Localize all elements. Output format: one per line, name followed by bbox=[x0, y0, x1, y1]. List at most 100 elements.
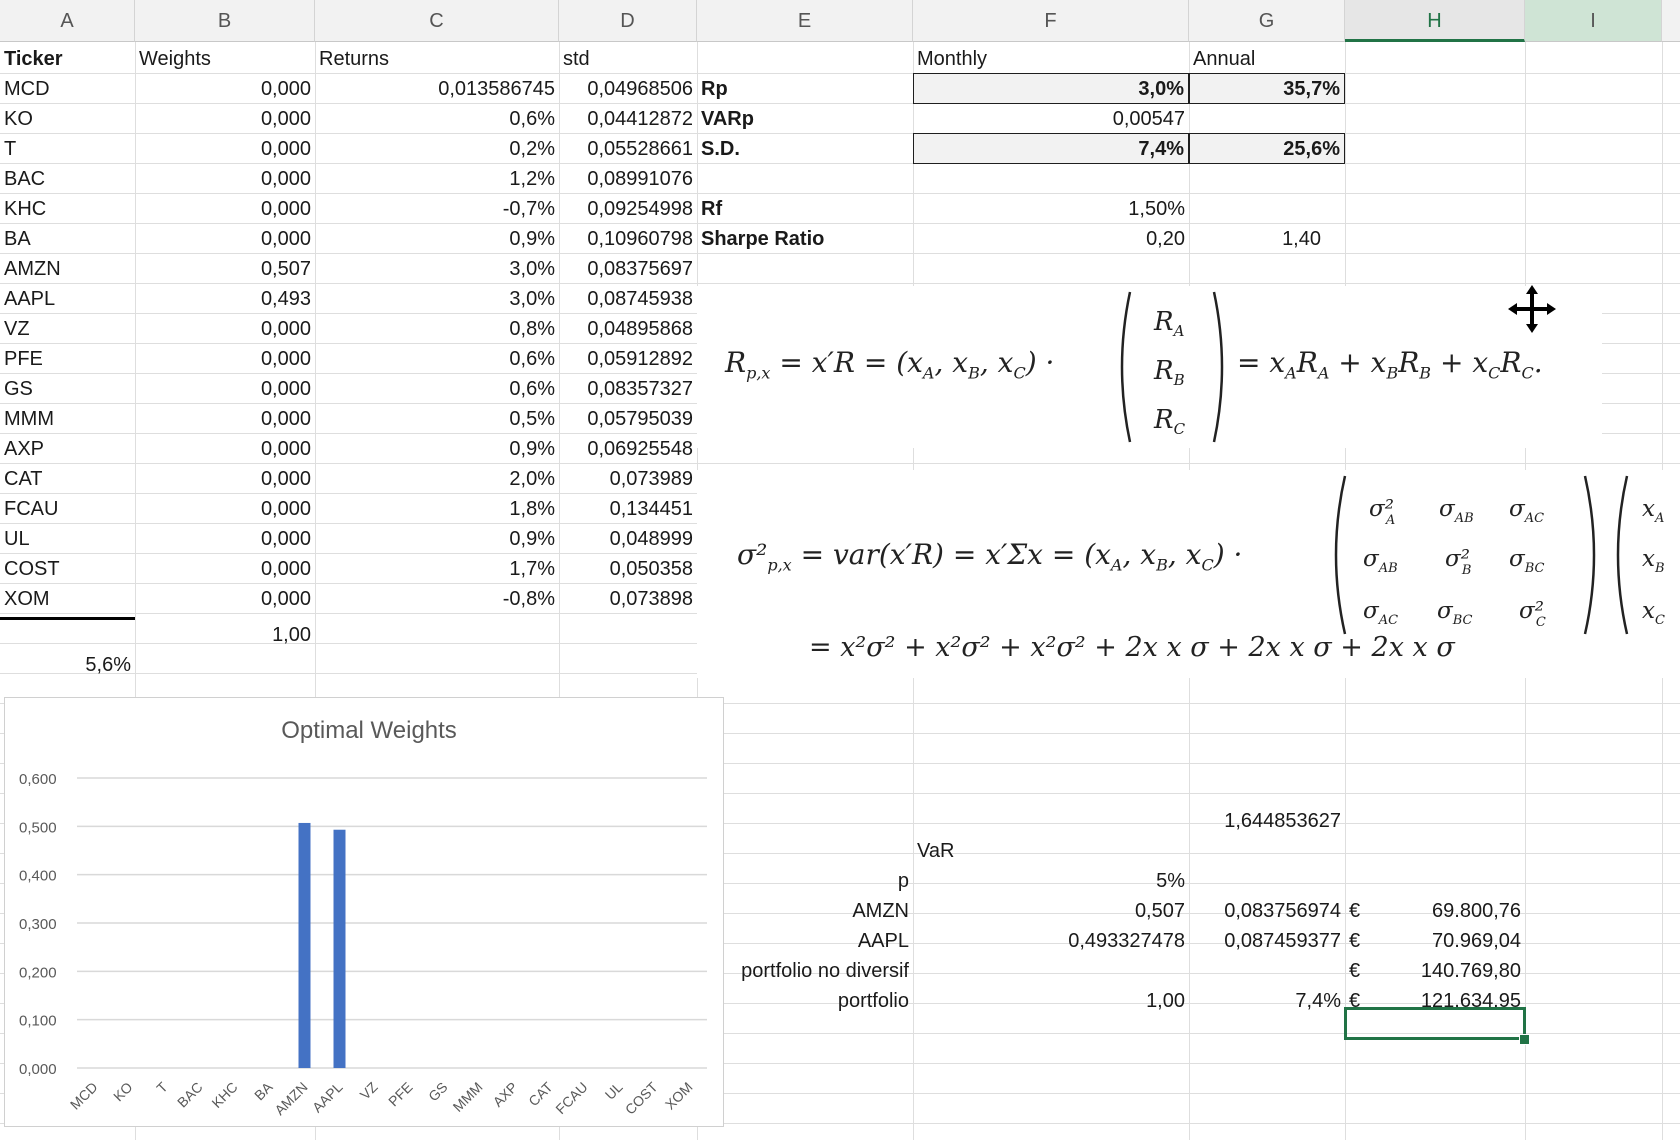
sharpe-monthly[interactable]: 0,20 bbox=[913, 224, 1189, 253]
var-nodiv-label[interactable]: portfolio no diversif bbox=[697, 956, 913, 985]
var-aapl-label[interactable]: AAPL bbox=[697, 926, 913, 955]
header-returns[interactable]: Returns bbox=[315, 44, 559, 73]
sd-label[interactable]: S.D. bbox=[697, 134, 913, 163]
column-header-a[interactable]: A bbox=[0, 0, 135, 42]
formula-image-portfolio-variance[interactable]: σ²p,x = var(x′R) = x′Σx = (xA, xB, xC) ·… bbox=[697, 470, 1680, 678]
cell-ticker[interactable]: MCD bbox=[0, 74, 135, 103]
cell-ticker[interactable]: BA bbox=[0, 224, 135, 253]
var-portfolio-label[interactable]: portfolio bbox=[697, 986, 913, 1015]
cell-ticker[interactable]: XOM bbox=[0, 584, 135, 613]
cell-return[interactable]: 3,0% bbox=[315, 254, 559, 283]
cell-std[interactable]: 0,09254998 bbox=[559, 194, 697, 223]
cell-weight[interactable]: 0,000 bbox=[135, 224, 315, 253]
var-amzn-value[interactable]: 69.800,76 bbox=[1375, 896, 1525, 925]
header-std[interactable]: std bbox=[559, 44, 697, 73]
cell-return[interactable]: 0,2% bbox=[315, 134, 559, 163]
var-portfolio-sd[interactable]: 7,4% bbox=[1189, 986, 1345, 1015]
cell-weight[interactable]: 0,000 bbox=[135, 74, 315, 103]
z-value[interactable]: 1,644853627 bbox=[1189, 806, 1345, 835]
cell-std[interactable]: 0,048999 bbox=[559, 524, 697, 553]
cell-return[interactable]: 0,6% bbox=[315, 374, 559, 403]
fill-handle[interactable] bbox=[1519, 1034, 1530, 1045]
cell-std[interactable]: 0,073989 bbox=[559, 464, 697, 493]
cell-return[interactable]: 3,0% bbox=[315, 284, 559, 313]
cell-ticker[interactable]: T bbox=[0, 134, 135, 163]
cell-std[interactable]: 0,05795039 bbox=[559, 404, 697, 433]
cell-std[interactable]: 0,05528661 bbox=[559, 134, 697, 163]
cell-std[interactable]: 0,04968506 bbox=[559, 74, 697, 103]
var-amzn-label[interactable]: AMZN bbox=[697, 896, 913, 925]
var-title[interactable]: VaR bbox=[913, 836, 1189, 865]
cell-return[interactable]: 1,8% bbox=[315, 494, 559, 523]
column-header-h[interactable]: H bbox=[1345, 0, 1525, 42]
chart-bar-aapl[interactable] bbox=[333, 829, 346, 1068]
cell-weight[interactable]: 0,000 bbox=[135, 194, 315, 223]
cell-weight[interactable]: 0,493 bbox=[135, 284, 315, 313]
cell-weight[interactable]: 0,000 bbox=[135, 404, 315, 433]
cell-std[interactable]: 0,10960798 bbox=[559, 224, 697, 253]
a-total[interactable]: 5,6% bbox=[0, 650, 135, 679]
sd-annual[interactable]: 25,6% bbox=[1189, 133, 1345, 164]
rp-monthly[interactable]: 3,0% bbox=[913, 73, 1189, 104]
cell-return[interactable]: 0,8% bbox=[315, 314, 559, 343]
rp-annual[interactable]: 35,7% bbox=[1189, 73, 1345, 104]
header-weights[interactable]: Weights bbox=[135, 44, 315, 73]
cell-ticker[interactable]: VZ bbox=[0, 314, 135, 343]
var-amzn-weight[interactable]: 0,507 bbox=[913, 896, 1189, 925]
column-header-b[interactable]: B bbox=[135, 0, 315, 42]
cell-std[interactable]: 0,06925548 bbox=[559, 434, 697, 463]
column-header-e[interactable]: E bbox=[697, 0, 913, 42]
cell-return[interactable]: 0,6% bbox=[315, 344, 559, 373]
cell-return[interactable]: 0,6% bbox=[315, 104, 559, 133]
cell-return[interactable]: 0,9% bbox=[315, 224, 559, 253]
cell-weight[interactable]: 0,000 bbox=[135, 374, 315, 403]
cell-weight[interactable]: 0,000 bbox=[135, 104, 315, 133]
cell-weight[interactable]: 0,507 bbox=[135, 254, 315, 283]
selected-cell-cursor[interactable] bbox=[1344, 1007, 1526, 1040]
cell-return[interactable]: 0,9% bbox=[315, 524, 559, 553]
cell-ticker[interactable]: KO bbox=[0, 104, 135, 133]
column-header-j[interactable] bbox=[1662, 0, 1680, 42]
formula-image-portfolio-return[interactable]: Rp,x = x′R = (xA, xB, xC) · RA RB RC = x… bbox=[697, 285, 1602, 448]
cell-return[interactable]: 1,7% bbox=[315, 554, 559, 583]
cell-weight[interactable]: 0,000 bbox=[135, 164, 315, 193]
cell-ticker[interactable]: FCAU bbox=[0, 494, 135, 523]
var-aapl-value[interactable]: 70.969,04 bbox=[1375, 926, 1525, 955]
cell-ticker[interactable]: GS bbox=[0, 374, 135, 403]
weights-sum[interactable]: 1,00 bbox=[135, 620, 315, 649]
cell-std[interactable]: 0,08745938 bbox=[559, 284, 697, 313]
cell-weight[interactable]: 0,000 bbox=[135, 434, 315, 463]
rp-label[interactable]: Rp bbox=[697, 74, 913, 103]
rf-label[interactable]: Rf bbox=[697, 194, 913, 223]
cell-return[interactable]: 0,5% bbox=[315, 404, 559, 433]
cell-weight[interactable]: 0,000 bbox=[135, 464, 315, 493]
annual-header[interactable]: Annual bbox=[1189, 44, 1345, 73]
cell-weight[interactable]: 0,000 bbox=[135, 494, 315, 523]
cell-weight[interactable]: 0,000 bbox=[135, 314, 315, 343]
var-portfolio-weight[interactable]: 1,00 bbox=[913, 986, 1189, 1015]
sd-monthly[interactable]: 7,4% bbox=[913, 133, 1189, 164]
cell-ticker[interactable]: MMM bbox=[0, 404, 135, 433]
var-p-value[interactable]: 5% bbox=[913, 866, 1189, 895]
monthly-header[interactable]: Monthly bbox=[913, 44, 1189, 73]
cell-std[interactable]: 0,04412872 bbox=[559, 104, 697, 133]
cell-std[interactable]: 0,08357327 bbox=[559, 374, 697, 403]
cell-std[interactable]: 0,04895868 bbox=[559, 314, 697, 343]
varp-label[interactable]: VARp bbox=[697, 104, 913, 133]
column-header-i[interactable]: I bbox=[1525, 0, 1662, 42]
rf-monthly[interactable]: 1,50% bbox=[913, 194, 1189, 223]
cell-weight[interactable]: 0,000 bbox=[135, 584, 315, 613]
column-header-d[interactable]: D bbox=[559, 0, 697, 42]
cell-return[interactable]: 1,2% bbox=[315, 164, 559, 193]
cell-ticker[interactable]: AMZN bbox=[0, 254, 135, 283]
cell-std[interactable]: 0,08375697 bbox=[559, 254, 697, 283]
column-header-f[interactable]: F bbox=[913, 0, 1189, 42]
cell-ticker[interactable]: PFE bbox=[0, 344, 135, 373]
cell-weight[interactable]: 0,000 bbox=[135, 524, 315, 553]
cell-weight[interactable]: 0,000 bbox=[135, 134, 315, 163]
column-header-g[interactable]: G bbox=[1189, 0, 1345, 42]
cell-ticker[interactable]: AAPL bbox=[0, 284, 135, 313]
sharpe-annual[interactable]: 1,40 bbox=[1189, 224, 1325, 253]
cell-std[interactable]: 0,073898 bbox=[559, 584, 697, 613]
sharpe-label[interactable]: Sharpe Ratio bbox=[697, 224, 913, 253]
